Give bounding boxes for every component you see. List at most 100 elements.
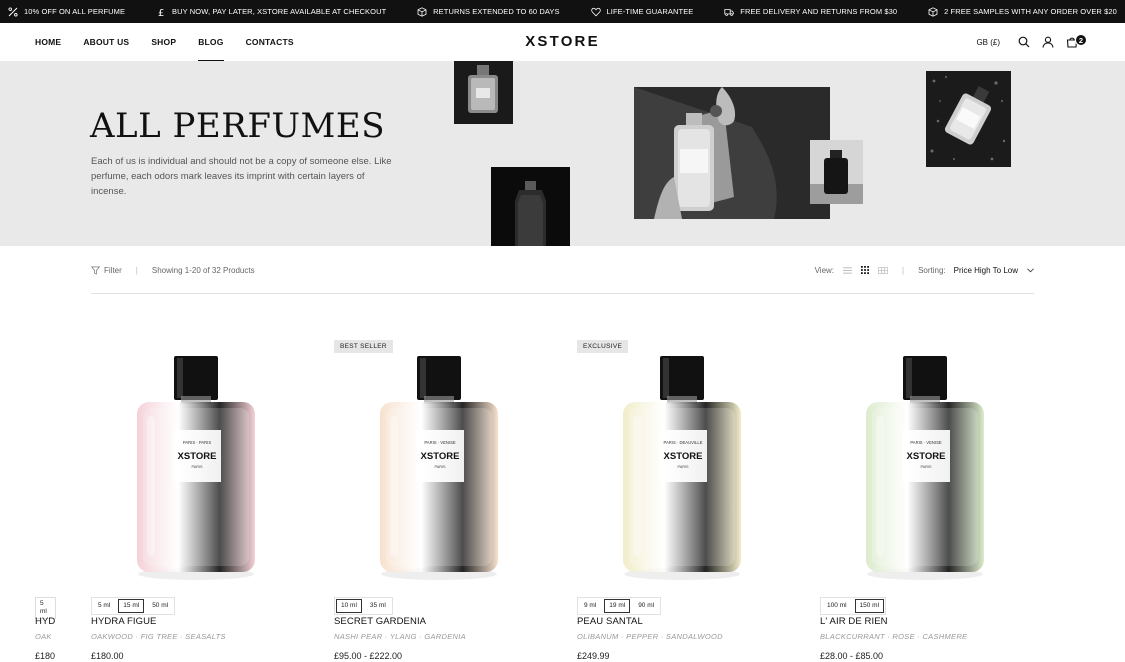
filter-button[interactable]: Filter: [91, 266, 122, 275]
promo-item: FREE DELIVERY AND RETURNS FROM $30: [724, 7, 897, 17]
product-name[interactable]: HYDRA FIGUE: [91, 616, 157, 627]
product-image[interactable]: PARIS · PARIS XSTORE PARIS: [131, 352, 261, 582]
toolbar-right: View: | Sorting: Price High To Low: [815, 266, 1034, 275]
svg-text:PARIS · VENISE: PARIS · VENISE: [910, 440, 942, 445]
svg-text:XSTORE: XSTORE: [178, 451, 217, 462]
heart-icon: [590, 7, 601, 16]
box-icon: [417, 6, 427, 17]
currency-selector[interactable]: GB (£): [976, 38, 1000, 47]
size-option[interactable]: 5 ml: [93, 599, 115, 613]
hero-photo-hand-bottle: [634, 87, 830, 219]
promo-text: 2 FREE SAMPLES WITH ANY ORDER OVER $20: [944, 7, 1117, 16]
search-icon[interactable]: [1018, 36, 1030, 48]
truck-icon: [724, 8, 734, 16]
size-option[interactable]: 100 ml: [822, 599, 852, 613]
account-icon[interactable]: [1042, 36, 1054, 48]
header-actions: GB (£) 2: [976, 23, 1090, 61]
product-card-partial[interactable]: 5 ml HYD OAK £180: [35, 340, 56, 662]
product-image[interactable]: PARIS · VENISE XSTORE PARIS: [374, 352, 504, 582]
size-option[interactable]: 9 ml: [579, 599, 601, 613]
toolbar-separator: |: [135, 265, 138, 275]
product-notes: NASHI PEAR · YLANG · GARDENIA: [334, 632, 466, 641]
sorting-select[interactable]: Price High To Low: [954, 266, 1018, 275]
svg-text:PARIS · PARIS: PARIS · PARIS: [183, 440, 211, 445]
nav-item-contacts[interactable]: CONTACTS: [246, 23, 294, 61]
promo-text: 10% OFF ON ALL PERFUME: [24, 7, 126, 16]
nav-item-about-us[interactable]: ABOUT US: [83, 23, 129, 61]
grid-view-icon[interactable]: [861, 266, 870, 274]
chevron-down-icon[interactable]: [1027, 267, 1034, 273]
size-option[interactable]: 35 ml: [365, 599, 391, 613]
size-options: 10 ml 35 ml: [334, 597, 393, 615]
promo-text: BUY NOW, PAY LATER, XSTORE AVAILABLE AT …: [171, 7, 387, 16]
promo-item: RETURNS EXTENDED TO 60 DAYS: [417, 6, 560, 17]
page-title: ALL PERFUMES: [90, 106, 385, 146]
nav-item-home[interactable]: HOME: [35, 23, 61, 61]
size-options: 9 ml 19 ml 90 ml: [577, 597, 662, 615]
svg-text:XSTORE: XSTORE: [907, 451, 946, 462]
list-view-icon[interactable]: [843, 266, 852, 274]
size-option[interactable]: 90 ml: [633, 599, 659, 613]
product-notes: BLACKCURRANT · ROSE · CASHMERE: [820, 632, 968, 641]
product-price: £28.00 - £85.00: [820, 651, 884, 661]
promo-text: RETURNS EXTENDED TO 60 DAYS: [433, 7, 560, 16]
product-name[interactable]: L' AIR DE RIEN: [820, 616, 888, 627]
sorting-label: Sorting:: [918, 265, 946, 275]
hero-photo-bottle-dark: [454, 61, 513, 124]
hero-photo-bottle-glitter: [926, 71, 1011, 167]
product-notes: OAK: [35, 632, 52, 641]
result-count: Showing 1-20 of 32 Products: [151, 265, 255, 275]
view-label: View:: [814, 265, 835, 275]
promo-text: LIFE-TIME GUARANTEE: [606, 7, 694, 16]
cart-count-badge: 2: [1075, 34, 1087, 46]
cart-button[interactable]: 2: [1066, 34, 1090, 48]
hero-description: Each of us is individual and should not …: [91, 156, 392, 197]
product-notes: OLIBANUM · PEPPER · SANDALWOOD: [577, 632, 723, 641]
site-header: HOME ABOUT US SHOP BLOG CONTACTS XSTORE …: [0, 23, 1125, 61]
product-name[interactable]: PEAU SANTAL: [577, 616, 643, 627]
product-notes: OAKWOOD · FIG TREE · SEASALTS: [91, 632, 226, 641]
svg-text:XSTORE: XSTORE: [421, 451, 460, 462]
shop-toolbar: Filter | Showing 1-20 of 32 Products Vie…: [91, 258, 1034, 282]
filter-label: Filter: [104, 265, 122, 275]
svg-text:PARIS: PARIS: [191, 465, 203, 469]
toolbar-separator: |: [902, 265, 905, 275]
filter-icon: [91, 266, 100, 275]
size-option[interactable]: 10 ml: [336, 599, 362, 613]
main-nav: HOME ABOUT US SHOP BLOG CONTACTS: [35, 23, 316, 61]
product-image[interactable]: PARIS · DEAUVILLE XSTORE PARIS: [617, 352, 747, 582]
product-price: £95.00 - £222.00: [334, 651, 403, 661]
svg-text:PARIS: PARIS: [920, 465, 932, 469]
size-options: 100 ml 150 ml: [820, 597, 887, 615]
size-option[interactable]: 150 ml: [854, 599, 885, 613]
size-options: 5 ml 15 ml 50 ml: [91, 597, 176, 615]
hero-photo-bottle-landscape: [810, 140, 863, 204]
product-price: £180.00: [91, 651, 124, 661]
promo-item: 10% OFF ON ALL PERFUME: [8, 6, 126, 17]
product-name[interactable]: HYD: [35, 616, 55, 627]
nav-item-blog[interactable]: BLOG: [198, 23, 224, 61]
svg-text:PARIS · DEAUVILLE: PARIS · DEAUVILLE: [663, 440, 702, 445]
nav-item-shop[interactable]: SHOP: [151, 23, 176, 61]
svg-text:PARIS: PARIS: [434, 465, 446, 469]
promo-bar: 10% OFF ON ALL PERFUME £ BUY NOW, PAY LA…: [0, 0, 1125, 23]
product-price: £180: [35, 651, 56, 661]
view-switcher: [843, 266, 888, 274]
gift-icon: [928, 6, 938, 17]
size-option[interactable]: 19 ml: [604, 599, 631, 613]
product-name[interactable]: SECRET GARDENIA: [334, 616, 426, 627]
svg-text:PARIS · VENISE: PARIS · VENISE: [424, 440, 456, 445]
percent-icon: [8, 6, 18, 17]
hero-banner: ALL PERFUMES Each of us is individual an…: [0, 61, 1125, 246]
svg-text:£: £: [158, 8, 164, 17]
promo-item: £ BUY NOW, PAY LATER, XSTORE AVAILABLE A…: [156, 7, 386, 17]
size-option[interactable]: 50 ml: [147, 599, 173, 613]
promo-item: LIFE-TIME GUARANTEE: [590, 7, 694, 17]
hero-photo-bottle-black: [491, 167, 570, 246]
svg-text:PARIS: PARIS: [677, 465, 689, 469]
promo-text: FREE DELIVERY AND RETURNS FROM $30: [740, 7, 898, 16]
large-grid-view-icon[interactable]: [878, 266, 888, 274]
size-option[interactable]: 15 ml: [118, 599, 145, 613]
promo-item: 2 FREE SAMPLES WITH ANY ORDER OVER $20: [928, 6, 1117, 17]
product-image[interactable]: PARIS · VENISE XSTORE PARIS: [860, 352, 990, 582]
